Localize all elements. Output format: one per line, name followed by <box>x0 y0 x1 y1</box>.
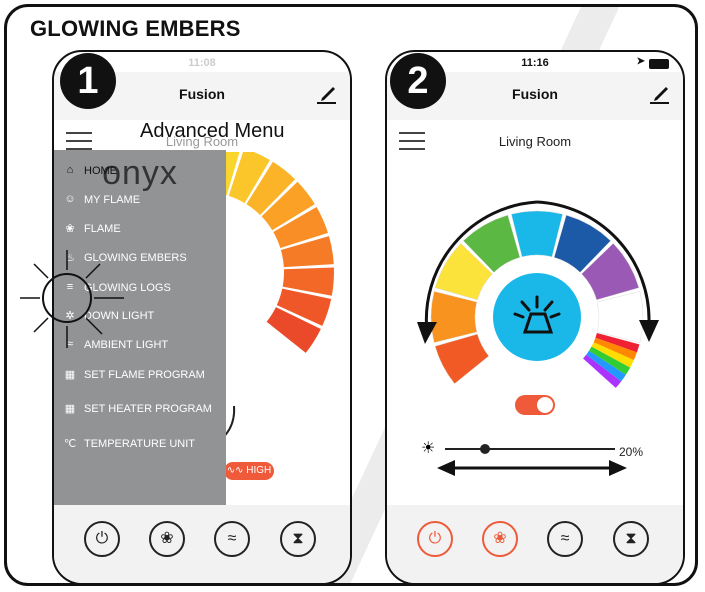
flame-icon: ❀ <box>65 223 75 235</box>
advanced-menu-caption: Advanced Menu <box>140 120 285 142</box>
drawer-item-label: HOME <box>84 165 117 177</box>
drawer-item-temperature-unit[interactable]: ℃ TEMPERATURE UNIT <box>54 435 226 457</box>
heat-icon[interactable]: ≈ <box>214 521 250 557</box>
timer-icon[interactable]: ⧗ <box>613 521 649 557</box>
drawer-item-label: MY FLAME <box>84 194 141 206</box>
drawer-item-home[interactable]: ⌂ HOME <box>54 162 226 184</box>
ember-color-wheel[interactable] <box>387 172 685 412</box>
brightness-icon: ☀ <box>421 440 436 457</box>
drawer-item-set-heater-program[interactable]: ▦ SET HEATER PROGRAM <box>54 400 226 422</box>
drawer-item-set-flame-program[interactable]: ▦ SET FLAME PROGRAM <box>54 366 226 388</box>
power-icon[interactable]: ⏻ <box>417 521 453 557</box>
slide-arrow <box>437 460 627 476</box>
drawer-item-my-flame[interactable]: ☺ MY FLAME <box>54 191 226 213</box>
slider-thumb[interactable] <box>480 444 490 454</box>
battery-icon <box>649 59 669 69</box>
edit-icon[interactable] <box>647 80 673 106</box>
thermometer-icon: ℃ <box>63 438 77 450</box>
step-1-badge: 1 <box>60 53 116 109</box>
home-icon: ⌂ <box>66 164 74 176</box>
flame-icon[interactable]: ❀ <box>482 521 518 557</box>
heat-icon[interactable]: ≈ <box>547 521 583 557</box>
bottom-nav: ⏻ ❀ ≈ ⧗ <box>387 505 683 583</box>
color-segment[interactable] <box>596 291 644 343</box>
drawer-item-label: TEMPERATURE UNIT <box>84 438 196 450</box>
drawer-item-flame[interactable]: ❀ FLAME <box>54 220 226 242</box>
color-segment[interactable] <box>434 333 490 385</box>
heater-level-label: HIGH <box>246 465 272 476</box>
location-icon: ➤ <box>636 56 645 67</box>
edit-icon[interactable] <box>314 80 340 106</box>
color-segment[interactable] <box>430 291 478 343</box>
flame-icon[interactable]: ❀ <box>149 521 185 557</box>
drawer-item-label: FLAME <box>84 223 121 235</box>
manual-title: GLOWING EMBERS <box>30 16 241 41</box>
highlight-callout <box>20 250 124 348</box>
power-icon[interactable]: ⏻ <box>84 521 120 557</box>
calendar-icon: ▦ <box>64 369 76 381</box>
bottom-nav: ⏻ ❀ ≈ ⧗ <box>54 505 350 583</box>
user-icon: ☺ <box>64 193 76 205</box>
timer-icon[interactable]: ⧗ <box>280 521 316 557</box>
drawer-item-label: SET FLAME PROGRAM <box>84 369 205 381</box>
color-segment[interactable] <box>511 210 563 258</box>
phone-step-2: 11:16 ➤ Fusion Living Room ☀ 20% ⏻ ❀ ≈ ⧗ <box>385 50 685 585</box>
ember-toggle[interactable] <box>515 395 555 415</box>
heater-level-badge: ∿∿ HIGH <box>224 462 274 480</box>
heat-icon: ∿∿ <box>226 465 247 476</box>
drawer-item-label: SET HEATER PROGRAM <box>84 403 212 415</box>
room-name: Living Room <box>498 134 572 149</box>
step-2-badge: 2 <box>390 53 446 109</box>
calendar-icon: ▦ <box>64 403 76 415</box>
